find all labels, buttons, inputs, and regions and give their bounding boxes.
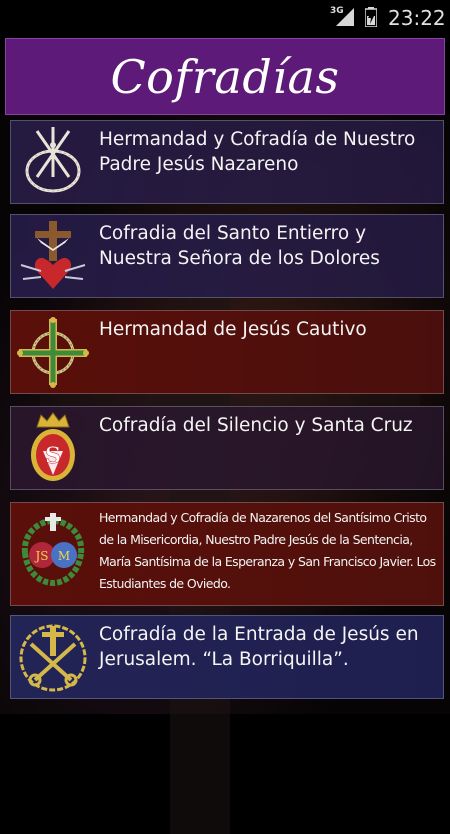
crowned-shield-icon: S bbox=[31, 412, 75, 481]
crown-of-thorns-icon bbox=[25, 127, 81, 193]
svg-text:S: S bbox=[45, 443, 61, 469]
wreath-crest-icon: JS M bbox=[21, 513, 85, 587]
list-item-la-borriquilla[interactable]: Cofradía de la Entrada de Jesús en Jerus… bbox=[10, 615, 444, 699]
list-item-silencio-santa-cruz[interactable]: S Cofradía del Silencio y Santa Cruz bbox=[10, 406, 444, 490]
battery-icon bbox=[365, 7, 377, 27]
status-bar: 3G 23:22 bbox=[0, 0, 450, 36]
list-item-santo-entierro[interactable]: Cofradia del Santo Entierro y Nuestra Se… bbox=[10, 214, 444, 298]
list-item-jesus-nazareno[interactable]: Hermandad y Cofradía de Nuestro Padre Je… bbox=[10, 120, 444, 204]
cross-and-heart-icon bbox=[20, 221, 86, 289]
svg-text:JS: JS bbox=[33, 549, 48, 563]
list-item-label: Hermandad de Jesús Cautivo bbox=[99, 319, 367, 340]
svg-text:M: M bbox=[58, 549, 70, 563]
list-item-label: Hermandad y Cofradía de Nazarenos del Sa… bbox=[99, 510, 436, 591]
green-cross-icon bbox=[17, 317, 89, 388]
list-item-label: Cofradía de la Entrada de Jesús en Jerus… bbox=[99, 624, 419, 670]
page-title: Cofradías bbox=[110, 49, 340, 104]
clock: 23:22 bbox=[388, 6, 446, 30]
list-item-jesus-cautivo[interactable]: Hermandad de Jesús Cautivo bbox=[10, 310, 444, 394]
list-item-label: Cofradía del Silencio y Santa Cruz bbox=[99, 415, 413, 436]
list-item-estudiantes-oviedo[interactable]: JS M Hermandad y Cofradía de Nazarenos d… bbox=[10, 502, 444, 606]
signal-icon bbox=[336, 8, 354, 26]
keys-and-cross-icon bbox=[19, 624, 87, 692]
list-item-label: Cofradia del Santo Entierro y Nuestra Se… bbox=[99, 223, 380, 269]
list-item-label: Hermandad y Cofradía de Nuestro Padre Je… bbox=[99, 129, 416, 175]
title-banner: Cofradías bbox=[5, 38, 445, 115]
